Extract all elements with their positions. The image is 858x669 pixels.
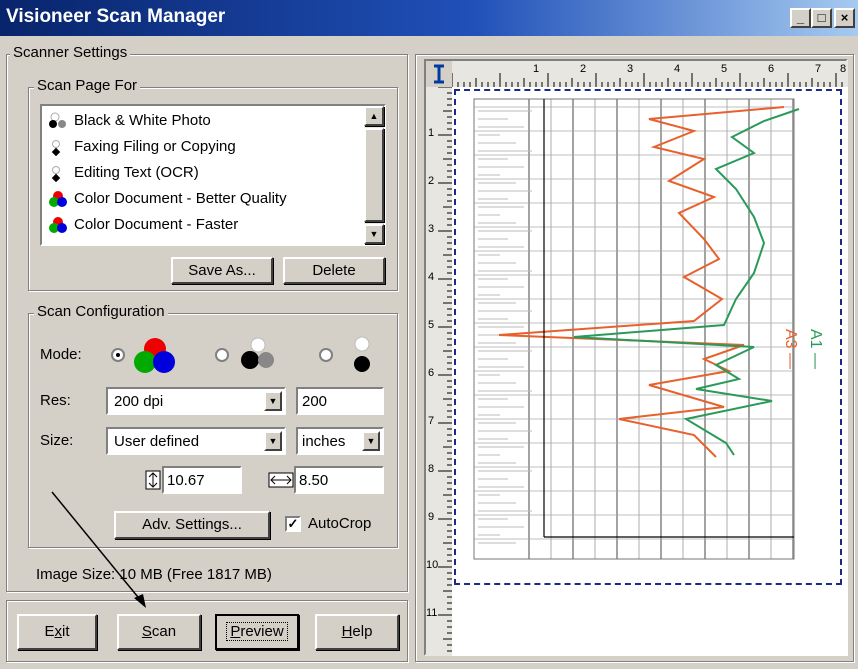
list-item[interactable]: Color Document - Better Quality [48, 186, 287, 212]
window-title: Visioneer Scan Manager [6, 6, 226, 27]
resolution-select[interactable]: 200 dpi ▼ [106, 387, 286, 415]
scan-page-for-title: Scan Page For [34, 77, 141, 94]
image-size-text: Image Size: 10 MB (Free 1817 MB) [36, 566, 272, 583]
ruler-number: 3 [428, 223, 435, 235]
maximize-button[interactable]: □ [811, 8, 832, 28]
save-as-button[interactable]: Save As... [171, 257, 273, 284]
scroll-up-button[interactable]: ▲ [364, 106, 384, 126]
top-ruler: 1 2 3 4 5 6 7 8 [451, 61, 848, 87]
bw-photo-icon [48, 112, 70, 130]
scanned-image: A3 — A1 — [454, 89, 846, 585]
chevron-down-icon[interactable]: ▼ [362, 431, 380, 451]
color-mode-icon [131, 336, 179, 380]
side-annotation: A1 — [807, 329, 824, 370]
left-ruler: 1 2 3 4 5 6 7 8 9 10 11 [426, 86, 452, 656]
delete-button[interactable]: Delete [283, 257, 385, 284]
ruler-number: 11 [426, 607, 438, 619]
side-annotation: A3 — [782, 329, 799, 370]
resolution-input[interactable]: 200 [296, 387, 384, 415]
grayscale-mode-icon [236, 336, 276, 380]
list-item[interactable]: Black & White Photo [48, 108, 211, 134]
mode-color-radio[interactable] [111, 348, 125, 362]
width-icon [268, 472, 294, 492]
preview-area[interactable]: 1 2 3 4 5 6 7 8 1 2 3 4 5 6 7 8 9 10 11 … [424, 59, 848, 656]
res-label: Res: [40, 392, 71, 409]
minimize-button[interactable]: _ [790, 8, 811, 28]
ruler-number: 9 [428, 511, 435, 523]
title-bar: Visioneer Scan Manager _ □ × [0, 0, 858, 36]
mode-gray-radio[interactable] [215, 348, 229, 362]
adv-settings-button[interactable]: Adv. Settings... [114, 511, 270, 539]
exit-button[interactable]: Exit [17, 614, 97, 650]
chevron-down-icon[interactable]: ▼ [264, 391, 282, 411]
ruler-number: 1 [533, 63, 540, 75]
mode-label: Mode: [40, 346, 82, 363]
ruler-number: 7 [428, 415, 435, 427]
list-item[interactable]: Faxing Filing or Copying [48, 134, 236, 160]
scan-profile-list[interactable]: Black & White Photo Faxing Filing or Cop… [40, 104, 386, 246]
chevron-down-icon[interactable]: ▼ [264, 431, 282, 451]
ruler-number: 6 [428, 367, 435, 379]
ruler-number: 7 [815, 63, 822, 75]
scan-button[interactable]: Scan [117, 614, 201, 650]
preview-button[interactable]: Preview [215, 614, 299, 650]
ruler-number: 5 [428, 319, 435, 331]
help-button[interactable]: Help [315, 614, 399, 650]
autocrop-label: AutoCrop [308, 515, 372, 532]
units-select[interactable]: inches ▼ [296, 427, 384, 455]
height-input[interactable]: 10.67 [162, 466, 242, 494]
ruler-number: 6 [768, 63, 775, 75]
size-label: Size: [40, 432, 74, 449]
ruler-number: 8 [840, 63, 847, 75]
ruler-number: 2 [428, 175, 435, 187]
color-icon [48, 190, 70, 208]
mode-bw-radio[interactable] [319, 348, 333, 362]
scanner-settings-title: Scanner Settings [10, 44, 131, 61]
width-input[interactable]: 8.50 [294, 466, 384, 494]
ruler-number: 4 [428, 271, 435, 283]
list-item[interactable]: Color Document - Faster [48, 212, 238, 238]
color-icon [48, 216, 70, 234]
ruler-number: 2 [580, 63, 587, 75]
ruler-number: 3 [627, 63, 634, 75]
list-scrollbar[interactable]: ▲ ▼ [364, 106, 384, 244]
scroll-down-button[interactable]: ▼ [364, 224, 384, 244]
list-item[interactable]: Editing Text (OCR) [48, 160, 199, 186]
ruler-number: 10 [426, 559, 439, 571]
ruler-number: 1 [428, 127, 435, 139]
ruler-corner [426, 61, 452, 87]
ruler-number: 8 [428, 463, 435, 475]
bw-mode-icon [350, 334, 374, 382]
size-select[interactable]: User defined ▼ [106, 427, 286, 455]
fax-icon [48, 138, 70, 157]
close-button[interactable]: × [834, 8, 855, 28]
scroll-thumb[interactable] [364, 128, 384, 222]
ruler-number: 5 [721, 63, 728, 75]
ocr-icon [48, 164, 70, 183]
autocrop-checkbox[interactable]: ✓ [285, 516, 301, 532]
height-icon [145, 470, 161, 494]
scan-configuration-title: Scan Configuration [34, 303, 168, 320]
ruler-number: 4 [674, 63, 681, 75]
